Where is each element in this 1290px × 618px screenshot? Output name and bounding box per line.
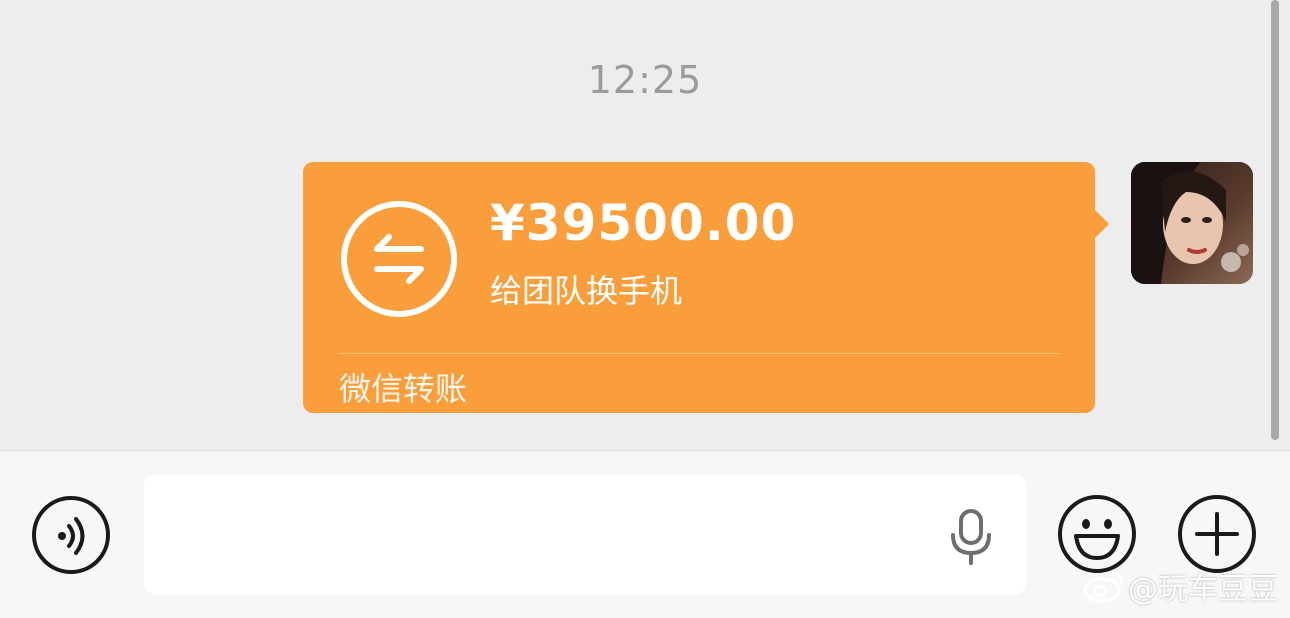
transfer-message-card[interactable]: ¥39500.00 给团队换手机 微信转账 (303, 162, 1109, 413)
microphone-icon[interactable] (946, 509, 996, 565)
watermark-text: @玩车豆豆 (1128, 572, 1278, 607)
avatar[interactable] (1131, 162, 1253, 284)
message-input[interactable] (144, 475, 1026, 594)
emoji-icon[interactable] (1057, 494, 1137, 574)
watermark: @玩车豆豆 (1082, 564, 1278, 608)
transfer-note: 给团队换手机 (490, 272, 683, 310)
card-divider (339, 353, 1059, 354)
bubble-tail (1095, 210, 1109, 238)
transfer-arrows-icon (341, 201, 457, 317)
chat-area: 12:25 ¥39500.00 给团队换手机 微信转账 (0, 0, 1290, 450)
message-timestamp: 12:25 (587, 58, 703, 102)
voice-mode-icon[interactable] (31, 495, 111, 575)
transfer-amount: ¥39500.00 (490, 194, 797, 252)
weibo-logo-icon (1083, 572, 1124, 603)
plus-icon[interactable] (1177, 494, 1257, 574)
avatar-image (1131, 162, 1253, 284)
scrollbar[interactable] (1271, 0, 1279, 440)
transfer-service-label: 微信转账 (339, 370, 468, 408)
